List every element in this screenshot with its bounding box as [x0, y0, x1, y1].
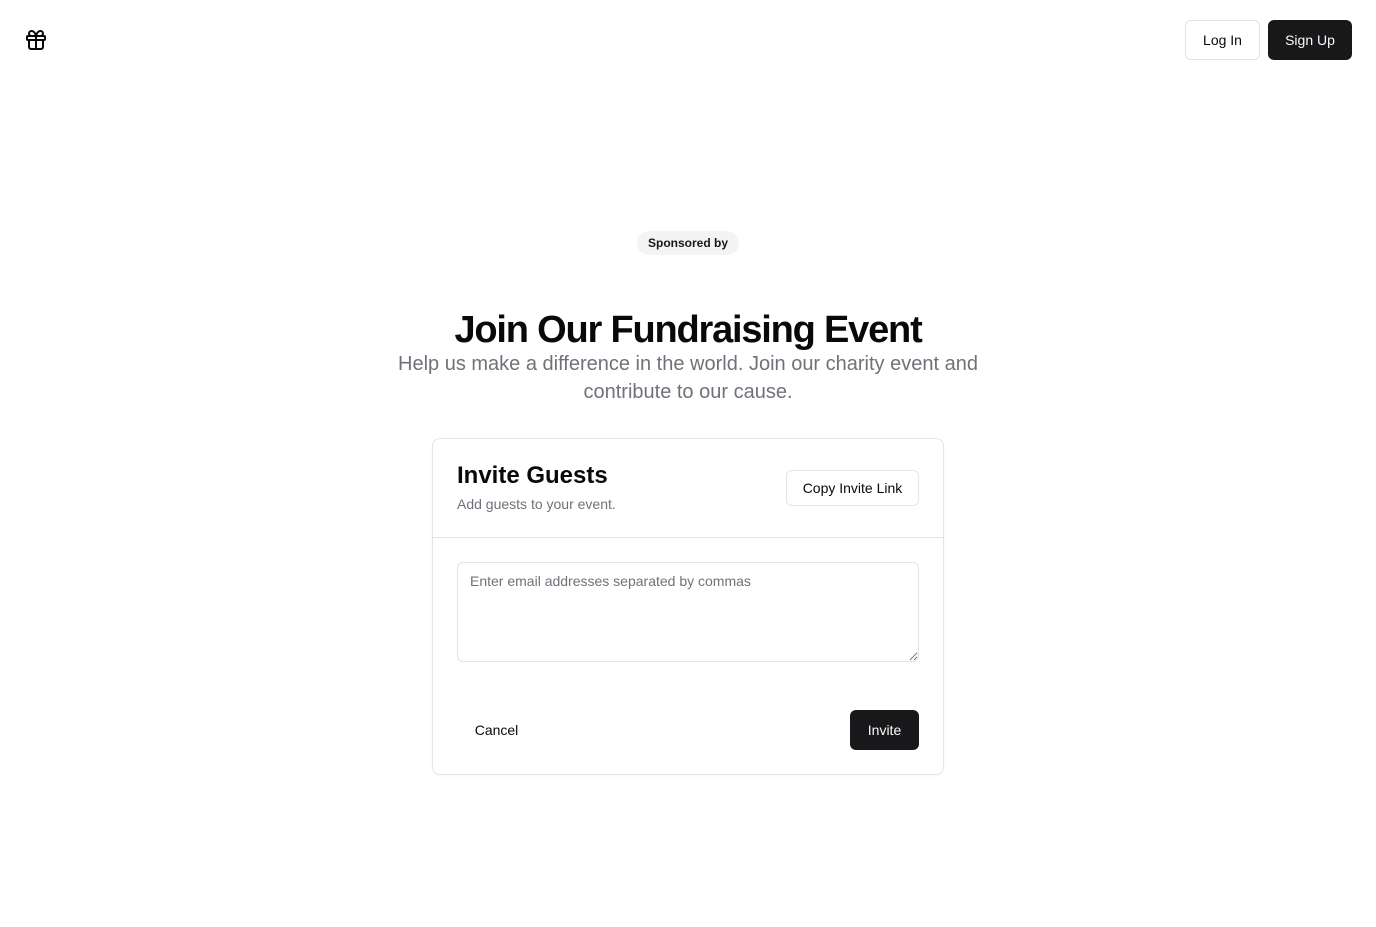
card-header: Invite Guests Add guests to your event. … — [433, 439, 943, 538]
sponsored-badge: Sponsored by — [637, 231, 739, 255]
invite-guests-card: Invite Guests Add guests to your event. … — [432, 438, 944, 775]
site-header: Log In Sign Up — [0, 0, 1376, 80]
page-title: Join Our Fundraising Event — [454, 309, 922, 351]
invite-button[interactable]: Invite — [850, 710, 919, 750]
email-addresses-input[interactable] — [457, 562, 919, 662]
card-description: Add guests to your event. — [457, 496, 616, 512]
gift-icon[interactable] — [24, 28, 48, 52]
copy-invite-link-button[interactable]: Copy Invite Link — [786, 470, 919, 506]
login-button[interactable]: Log In — [1185, 20, 1260, 60]
card-title: Invite Guests — [457, 462, 608, 489]
page-subtitle: Help us make a difference in the world. … — [398, 353, 978, 403]
signup-button[interactable]: Sign Up — [1268, 20, 1352, 60]
cancel-button[interactable]: Cancel — [457, 710, 536, 750]
